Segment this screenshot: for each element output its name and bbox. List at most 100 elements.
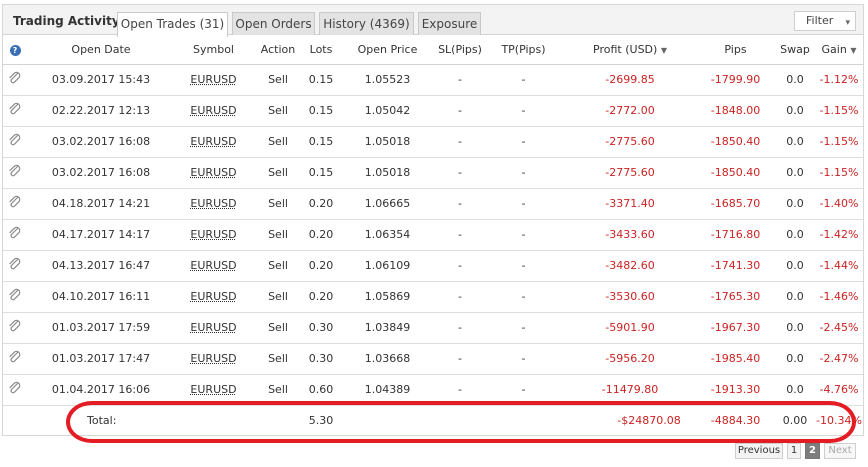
symbol-cell[interactable]: EURUSD: [175, 281, 252, 313]
row-attachment-cell[interactable]: [3, 343, 27, 375]
action-cell: Sell: [252, 219, 304, 251]
column-header-action[interactable]: Action: [252, 35, 304, 65]
total-swap: 0.00: [782, 413, 808, 427]
table-row[interactable]: 04.13.2017 16:47 EURUSD Sell 0.20 1.06109- - -…: [3, 250, 863, 282]
sl-pips-cell: -: [437, 95, 483, 127]
sl-pips-cell: -: [437, 250, 483, 282]
info-column-header[interactable]: ?: [3, 35, 27, 65]
action-cell: Sell: [252, 312, 304, 344]
paperclip-icon[interactable]: [8, 257, 22, 274]
row-attachment-cell[interactable]: [3, 95, 27, 127]
tab-open-trades[interactable]: Open Trades (31): [117, 12, 228, 37]
swap-cell: 0.0: [775, 64, 815, 96]
symbol-cell[interactable]: EURUSD: [175, 188, 252, 220]
symbol-cell[interactable]: EURUSD: [175, 312, 252, 344]
symbol-cell[interactable]: EURUSD: [175, 157, 252, 189]
symbol-link[interactable]: EURUSD: [190, 352, 236, 365]
open-date-cell: 02.22.2017 12:13: [27, 95, 175, 127]
action-cell: Sell: [252, 250, 304, 282]
open-date-cell: 04.13.2017 16:47: [27, 250, 175, 282]
symbol-link[interactable]: EURUSD: [190, 197, 236, 210]
symbol-cell[interactable]: EURUSD: [175, 95, 252, 127]
column-header-gain[interactable]: Gain ▼: [815, 35, 863, 65]
tab-history[interactable]: History (4369): [319, 12, 414, 36]
row-attachment-cell[interactable]: [3, 219, 27, 251]
pips-cell: -1685.70: [696, 188, 775, 220]
symbol-cell[interactable]: EURUSD: [175, 219, 252, 251]
column-header-lots[interactable]: Lots: [304, 35, 338, 65]
symbol-link[interactable]: EURUSD: [190, 259, 236, 272]
gain-cell: -1.46%: [815, 281, 863, 313]
row-attachment-cell[interactable]: [3, 281, 27, 313]
column-header-profit[interactable]: Profit (USD) ▼: [564, 35, 696, 65]
paperclip-icon[interactable]: [8, 350, 22, 367]
profit-cell: -2775.60: [564, 157, 696, 189]
next-page-button[interactable]: Next: [824, 443, 856, 459]
table-row[interactable]: 04.18.2017 14:21 EURUSD Sell 0.20 1.06665- - -…: [3, 188, 863, 220]
paperclip-icon[interactable]: [8, 164, 22, 181]
help-icon[interactable]: ?: [9, 44, 21, 56]
page-button-2[interactable]: 2: [805, 443, 820, 459]
pips-cell: -1741.30: [696, 250, 775, 282]
table-row[interactable]: 03.09.2017 15:43 EURUSD Sell 0.15 1.05523- - -…: [3, 64, 863, 96]
profit-cell: -11479.80: [564, 374, 696, 406]
symbol-cell[interactable]: EURUSD: [175, 250, 252, 282]
open-date-cell: 04.18.2017 14:21: [27, 188, 175, 220]
column-header-symbol[interactable]: Symbol: [175, 35, 252, 65]
symbol-cell[interactable]: EURUSD: [175, 64, 252, 96]
symbol-cell[interactable]: EURUSD: [175, 374, 252, 406]
column-header-swap[interactable]: Swap: [775, 35, 815, 65]
filter-dropdown[interactable]: Filter ▾: [794, 11, 856, 31]
symbol-link[interactable]: EURUSD: [190, 166, 236, 179]
table-row[interactable]: 01.03.2017 17:59 EURUSD Sell 0.30 1.03849- - -…: [3, 312, 863, 344]
action-cell: Sell: [252, 64, 304, 96]
paperclip-icon[interactable]: [8, 195, 22, 212]
row-attachment-cell[interactable]: [3, 64, 27, 96]
row-attachment-cell[interactable]: [3, 312, 27, 344]
table-row[interactable]: 03.02.2017 16:08 EURUSD Sell 0.15 1.05018- - -…: [3, 126, 863, 158]
column-header-open-date[interactable]: Open Date: [27, 35, 175, 65]
symbol-link[interactable]: EURUSD: [190, 73, 236, 86]
tab-open-orders[interactable]: Open Orders: [232, 12, 315, 36]
column-header-tp-pips[interactable]: TP(Pips): [483, 35, 564, 65]
symbol-link[interactable]: EURUSD: [190, 290, 236, 303]
table-row[interactable]: 01.04.2017 16:06 EURUSD Sell 0.60 1.04389- - -…: [3, 374, 863, 406]
symbol-link[interactable]: EURUSD: [190, 321, 236, 334]
previous-page-button[interactable]: Previous: [735, 443, 783, 459]
paperclip-icon[interactable]: [8, 381, 22, 398]
symbol-link[interactable]: EURUSD: [190, 383, 236, 396]
page-button-1[interactable]: 1: [787, 443, 801, 459]
total-gain: -10.34%: [816, 413, 862, 427]
row-attachment-cell[interactable]: [3, 126, 27, 158]
table-row[interactable]: 03.02.2017 16:08 EURUSD Sell 0.15 1.05018- - -…: [3, 157, 863, 189]
symbol-link[interactable]: EURUSD: [190, 135, 236, 148]
row-attachment-cell[interactable]: [3, 157, 27, 189]
table-row[interactable]: 02.22.2017 12:13 EURUSD Sell 0.15 1.05042- - -…: [3, 95, 863, 127]
tab-exposure[interactable]: Exposure: [418, 12, 481, 36]
symbol-link[interactable]: EURUSD: [190, 104, 236, 117]
symbol-cell[interactable]: EURUSD: [175, 343, 252, 375]
row-attachment-cell[interactable]: [3, 374, 27, 406]
column-header-sl-pips[interactable]: SL(Pips): [437, 35, 483, 65]
symbol-link[interactable]: EURUSD: [190, 228, 236, 241]
column-header-pips[interactable]: Pips: [696, 35, 775, 65]
row-attachment-cell[interactable]: [3, 250, 27, 282]
open-price-cell: 1.05018: [338, 126, 437, 158]
paperclip-icon[interactable]: [8, 288, 22, 305]
paperclip-icon[interactable]: [8, 71, 22, 88]
paperclip-icon[interactable]: [8, 102, 22, 119]
column-header-open-price[interactable]: Open Price: [338, 35, 437, 65]
symbol-cell[interactable]: EURUSD: [175, 126, 252, 158]
total-lots: 5.30: [308, 413, 334, 427]
table-row[interactable]: 04.10.2017 16:11 EURUSD Sell 0.20 1.05869- - -…: [3, 281, 863, 313]
table-row[interactable]: 04.17.2017 14:17 EURUSD Sell 0.20 1.06354- - -…: [3, 219, 863, 251]
lots-cell: 0.20: [304, 250, 338, 282]
table-row[interactable]: 01.03.2017 17:47 EURUSD Sell 0.30 1.03668- - -…: [3, 343, 863, 375]
paperclip-icon[interactable]: [8, 226, 22, 243]
pips-cell: -1716.80: [696, 219, 775, 251]
tp-pips-cell: -: [483, 312, 564, 344]
row-attachment-cell[interactable]: [3, 188, 27, 220]
paperclip-icon[interactable]: [8, 133, 22, 150]
table-body: 03.09.2017 15:43 EURUSD Sell 0.15 1.05523- - -…: [3, 64, 863, 406]
paperclip-icon[interactable]: [8, 319, 22, 336]
